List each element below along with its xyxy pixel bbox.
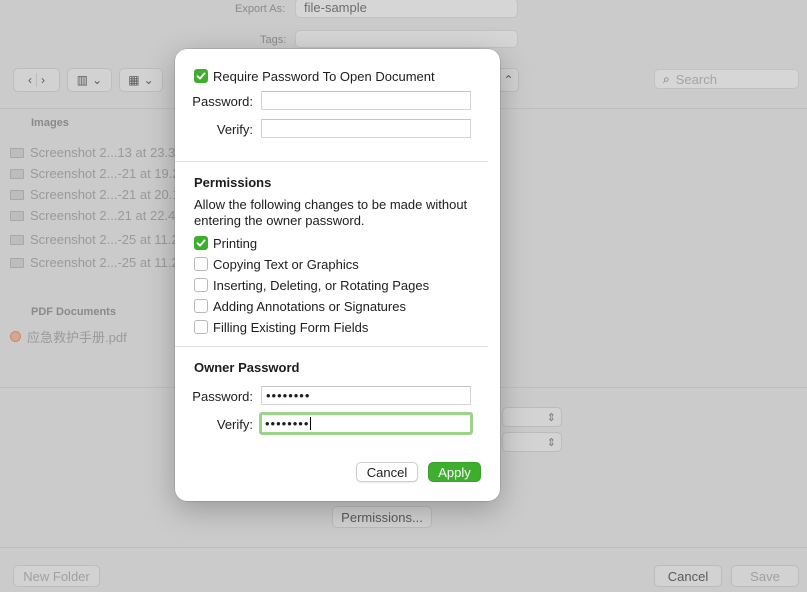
sidebar-pdf-header: PDF Documents xyxy=(31,306,116,318)
checkmark-icon xyxy=(196,72,206,80)
printing-label: Printing xyxy=(213,236,258,251)
view-mode-button[interactable]: ▥ ⌄ xyxy=(67,68,112,92)
image-file-icon xyxy=(10,257,24,268)
owner-password-title: Owner Password xyxy=(194,360,300,375)
list-item[interactable]: Screenshot 2...-25 at 11.2 xyxy=(10,255,179,270)
printing-checkbox[interactable] xyxy=(194,236,208,250)
chevron-right-icon[interactable]: › xyxy=(41,73,45,87)
owner-verify-label: Verify: xyxy=(216,417,253,432)
permissions-title: Permissions xyxy=(194,175,272,190)
owner-password-label: Password: xyxy=(192,389,253,404)
list-item[interactable]: Screenshot 2...-21 at 19.2 xyxy=(10,166,180,181)
cancel-button[interactable]: Cancel xyxy=(654,565,722,587)
sheet-cancel-button[interactable]: Cancel xyxy=(356,462,418,482)
list-item[interactable]: 应急救护手册.pdf xyxy=(10,327,127,346)
section-divider xyxy=(175,346,488,347)
chevron-down-icon: ⌄ xyxy=(92,73,103,87)
export-as-field[interactable]: file-sample xyxy=(295,0,518,18)
chevron-left-icon[interactable]: ‹ xyxy=(28,73,32,87)
tags-field[interactable] xyxy=(295,30,518,48)
list-item[interactable]: Screenshot 2...-21 at 20.1 xyxy=(10,187,180,202)
search-field[interactable]: ⌕ Search xyxy=(654,69,799,89)
password-label: Password: xyxy=(192,94,253,109)
save-button[interactable]: Save xyxy=(731,565,799,587)
copying-label: Copying Text or Graphics xyxy=(213,257,359,272)
new-folder-button[interactable]: New Folder xyxy=(13,565,100,587)
apply-button[interactable]: Apply xyxy=(428,462,481,482)
permissions-button[interactable]: Permissions... xyxy=(332,506,432,528)
collapse-button[interactable]: ⌃ xyxy=(498,68,519,92)
list-item[interactable]: Screenshot 2...21 at 22.4 xyxy=(10,208,175,223)
columns-icon: ▥ xyxy=(76,73,89,87)
form-fields-label: Filling Existing Form Fields xyxy=(213,320,369,335)
inserting-pages-checkbox[interactable] xyxy=(194,278,208,292)
security-options-sheet: Require Password To Open Document Passwo… xyxy=(175,49,500,501)
text-caret xyxy=(310,417,312,430)
image-file-icon xyxy=(10,168,24,179)
owner-verify-field[interactable]: •••••••• xyxy=(259,412,473,435)
updown-chevron-icon: ⇕ xyxy=(546,411,556,424)
updown-chevron-icon: ⇕ xyxy=(546,436,556,449)
open-verify-field[interactable] xyxy=(261,119,471,138)
image-file-icon xyxy=(10,189,24,200)
group-button[interactable]: ▦ ⌄ xyxy=(119,68,163,92)
form-fields-checkbox[interactable] xyxy=(194,320,208,334)
verify-label: Verify: xyxy=(216,122,253,137)
image-file-icon xyxy=(10,210,24,221)
footer-divider xyxy=(0,547,807,548)
chevron-up-icon: ⌃ xyxy=(503,73,514,87)
back-forward-buttons[interactable]: ‹ › xyxy=(13,68,60,92)
chevron-down-icon: ⌄ xyxy=(143,73,154,87)
search-icon: ⌕ xyxy=(663,71,670,86)
export-as-label: Export As: xyxy=(235,3,286,15)
require-password-checkbox[interactable] xyxy=(194,69,208,83)
grid-icon: ▦ xyxy=(128,73,140,87)
section-divider xyxy=(175,161,488,162)
quartz-filter-popup[interactable]: ⇕ xyxy=(502,432,562,452)
list-item[interactable]: Screenshot 2...-25 at 11.2 xyxy=(10,232,179,247)
permissions-description: Allow the following changes to be made w… xyxy=(194,197,468,228)
search-placeholder: Search xyxy=(675,71,717,87)
image-file-icon xyxy=(10,147,24,158)
require-password-label: Require Password To Open Document xyxy=(213,69,435,84)
divider xyxy=(36,73,37,87)
image-file-icon xyxy=(10,234,24,245)
copying-checkbox[interactable] xyxy=(194,257,208,271)
inserting-pages-label: Inserting, Deleting, or Rotating Pages xyxy=(213,278,430,293)
owner-password-field[interactable]: •••••••• xyxy=(261,386,471,405)
sidebar-images-header: Images xyxy=(31,117,69,129)
open-password-field[interactable] xyxy=(261,91,471,110)
tags-label: Tags: xyxy=(260,34,287,46)
checkmark-icon xyxy=(196,239,206,247)
annotations-checkbox[interactable] xyxy=(194,299,208,313)
format-popup[interactable]: ⇕ xyxy=(502,407,562,427)
owner-verify-value: •••••••• xyxy=(265,416,310,431)
pdf-file-icon xyxy=(10,331,21,342)
list-item[interactable]: Screenshot 2...13 at 23.3 xyxy=(10,145,175,160)
annotations-label: Adding Annotations or Signatures xyxy=(213,299,406,314)
